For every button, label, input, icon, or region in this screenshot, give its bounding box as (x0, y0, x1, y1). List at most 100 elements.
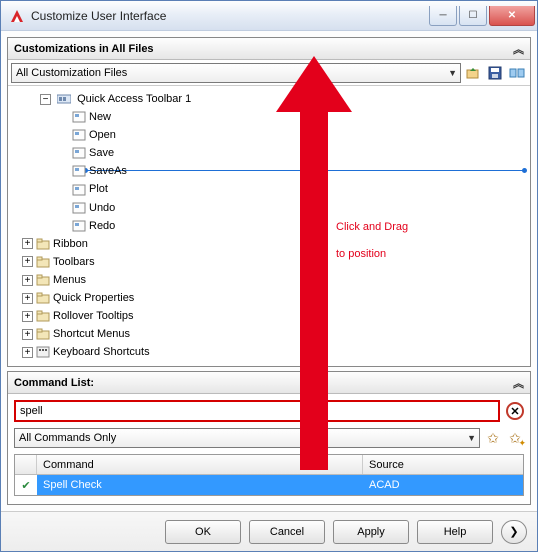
save-button[interactable] (485, 63, 505, 83)
customizations-panel: Customizations in All Files ︽ All Custom… (7, 37, 531, 367)
folder-icon (36, 256, 50, 268)
tree-item[interactable]: New (58, 108, 526, 126)
tree-node[interactable]: + Toolbars (22, 253, 526, 271)
titlebar[interactable]: Customize User Interface ─ ☐ ✕ (1, 1, 537, 31)
command-list-header[interactable]: Command List: ︽ (8, 372, 530, 394)
tree-label: SaveAs (89, 165, 127, 177)
customizations-toolbar: All Customization Files ▼ (8, 60, 530, 86)
tree-item[interactable]: Plot (58, 180, 526, 198)
command-icon (72, 129, 86, 141)
expand-toggle[interactable]: + (22, 329, 33, 340)
cancel-button[interactable]: Cancel (249, 520, 325, 544)
command-icon (72, 111, 86, 123)
maximize-button[interactable]: ☐ (459, 6, 487, 26)
tree-node[interactable]: + Rollover Tooltips (22, 307, 526, 325)
window-title: Customize User Interface (31, 9, 427, 23)
expand-toggle[interactable]: + (22, 256, 33, 267)
grid-header-source[interactable]: Source (363, 455, 523, 474)
tree-label: Shortcut Menus (53, 328, 130, 340)
customization-files-dropdown[interactable]: All Customization Files ▼ (11, 63, 461, 83)
dropdown-value: All Customization Files (16, 67, 127, 79)
apply-button[interactable]: Apply (333, 520, 409, 544)
expand-toggle[interactable]: + (22, 293, 33, 304)
grid-header-check[interactable] (15, 455, 37, 474)
new-favorite-button[interactable]: ✩✦ (506, 429, 524, 447)
grid-row[interactable]: ✔ Spell Check ACAD (15, 475, 523, 495)
row-check-icon: ✔ (15, 475, 37, 495)
tree-item[interactable]: Redo (58, 217, 526, 235)
tree-node[interactable]: + Menus (22, 271, 526, 289)
tree-label: Rollover Tooltips (53, 310, 134, 322)
expand-toggle[interactable]: + (22, 238, 33, 249)
command-grid: Command Source ✔ Spell Check ACAD (14, 454, 524, 496)
folder-icon (36, 238, 50, 250)
tree-item[interactable]: SaveAs (58, 162, 526, 180)
caret-icon: ▼ (448, 68, 457, 78)
tree-node[interactable]: + Shortcut Menus (22, 325, 526, 343)
minimize-button[interactable]: ─ (429, 6, 457, 26)
help-button[interactable]: Help (417, 520, 493, 544)
tree-node[interactable]: + Quick Properties (22, 289, 526, 307)
search-value: spell (20, 405, 43, 417)
search-row: spell ✕ (8, 394, 530, 428)
clear-search-button[interactable]: ✕ (506, 402, 524, 420)
folder-icon (36, 346, 50, 358)
button-bar: OK Cancel Apply Help ❯ (1, 511, 537, 551)
tree-label: Quick Access Toolbar 1 (77, 93, 191, 105)
tree-node[interactable]: + Ribbon (22, 235, 526, 253)
folder-icon (36, 310, 50, 322)
command-list-title: Command List: (14, 377, 94, 389)
tree-label: Plot (89, 184, 108, 196)
search-input[interactable]: spell (14, 400, 500, 422)
tree-label: Ribbon (53, 238, 88, 250)
tree-label: New (89, 111, 111, 123)
filter-value: All Commands Only (19, 432, 116, 444)
customizations-tree[interactable]: − Quick Access Toolbar 1 New OpenSave Save… (8, 86, 530, 366)
command-icon (72, 220, 86, 232)
folder-icon (36, 292, 50, 304)
command-list-panel: Command List: ︽ spell ✕ All Commands Onl… (7, 371, 531, 505)
tree-node[interactable]: + Keyboard Shortcuts (22, 343, 526, 361)
tree-label: Undo (89, 202, 115, 214)
expand-button[interactable]: ❯ (501, 520, 527, 544)
tree-item[interactable]: Open (58, 126, 526, 144)
command-icon (72, 147, 86, 159)
expand-toggle[interactable]: + (22, 275, 33, 286)
tree-item[interactable]: Undo (58, 199, 526, 217)
grid-header-command[interactable]: Command (37, 455, 363, 474)
caret-icon: ▼ (467, 433, 476, 443)
collapse-toggle[interactable]: − (40, 94, 51, 105)
window-controls: ─ ☐ ✕ (427, 6, 535, 26)
folder-icon (36, 328, 50, 340)
row-source: ACAD (363, 475, 523, 495)
command-icon (72, 165, 86, 177)
close-icon: ✕ (510, 405, 519, 418)
tree-node-qat[interactable]: − Quick Access Toolbar 1 New OpenSave Save… (40, 90, 526, 235)
window: Customize User Interface ─ ☐ ✕ Customiza… (0, 0, 538, 552)
toolbar-icon (57, 93, 71, 105)
ok-button[interactable]: OK (165, 520, 241, 544)
open-file-button[interactable] (463, 63, 483, 83)
command-icon (72, 202, 86, 214)
filter-row: All Commands Only ▼ ✩ ✩✦ (8, 428, 530, 454)
tree-label: Redo (89, 220, 115, 232)
tree-item[interactable]: Save (58, 144, 526, 162)
tree-label: Menus (53, 274, 86, 286)
chevron-right-icon: ❯ (509, 525, 518, 538)
app-icon (9, 8, 25, 24)
customizations-title: Customizations in All Files (14, 43, 154, 55)
transfer-button[interactable] (507, 63, 527, 83)
favorite-button[interactable]: ✩ (484, 429, 502, 447)
collapse-icon[interactable]: ︽ (513, 41, 524, 57)
collapse-icon[interactable]: ︽ (513, 375, 524, 391)
customizations-header[interactable]: Customizations in All Files ︽ (8, 38, 530, 60)
grid-header: Command Source (15, 455, 523, 475)
close-button[interactable]: ✕ (489, 6, 535, 26)
tree-label: Toolbars (53, 256, 95, 268)
command-icon (72, 184, 86, 196)
command-filter-dropdown[interactable]: All Commands Only ▼ (14, 428, 480, 448)
tree-label: Quick Properties (53, 292, 134, 304)
expand-toggle[interactable]: + (22, 311, 33, 322)
expand-toggle[interactable]: + (22, 347, 33, 358)
tree-label: Keyboard Shortcuts (53, 346, 150, 358)
